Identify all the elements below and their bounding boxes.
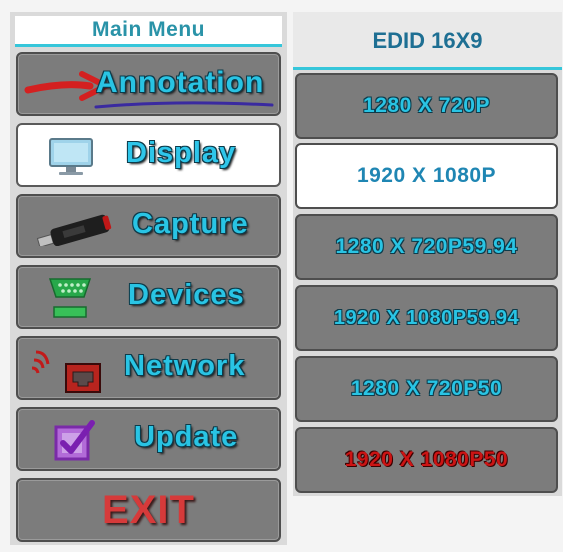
exit-label: EXIT [102,488,195,532]
resolution-option-1280x720p59-94[interactable]: 1280 X 720P59.94 [295,214,558,280]
annotation-label: Annotation [96,66,265,99]
exit-button[interactable]: EXIT [16,478,281,542]
display-label: Display [126,137,237,169]
usb-stick-icon [36,214,112,246]
checkbox-icon [54,420,95,461]
edid-panel: EDID 16X9 1280 X 720P 1920 X 1080P 1280 … [293,12,562,496]
capture-button[interactable]: Capture [16,194,281,258]
resolution-option-1280x720p50[interactable]: 1280 X 720P50 [295,356,558,422]
network-button[interactable]: Network [16,336,281,400]
resolution-option-1920x1080p50[interactable]: 1920 X 1080P50 [295,427,558,493]
monitor-icon [49,138,93,175]
network-label: Network [124,350,246,382]
resolution-option-1280x720p[interactable]: 1280 X 720P [295,73,558,139]
annotation-button[interactable]: Annotation [16,52,281,116]
main-menu-panel: Main Menu Annotation Display Capture Dev… [10,12,287,545]
resolution-option-1920x1080p[interactable]: 1920 X 1080P [295,143,558,209]
main-menu-title: Main Menu [15,16,282,47]
devices-button[interactable]: Devices [16,265,281,329]
underline-mark [94,101,274,109]
update-label: Update [134,421,239,453]
edid-title: EDID 16X9 [293,12,562,70]
update-button[interactable]: Update [16,407,281,471]
serial-port-icon [48,278,92,318]
display-button[interactable]: Display [16,123,281,187]
capture-label: Capture [132,208,249,240]
network-port-icon [31,350,101,393]
devices-label: Devices [128,279,245,311]
resolution-option-1920x1080p59-94[interactable]: 1920 X 1080P59.94 [295,285,558,351]
